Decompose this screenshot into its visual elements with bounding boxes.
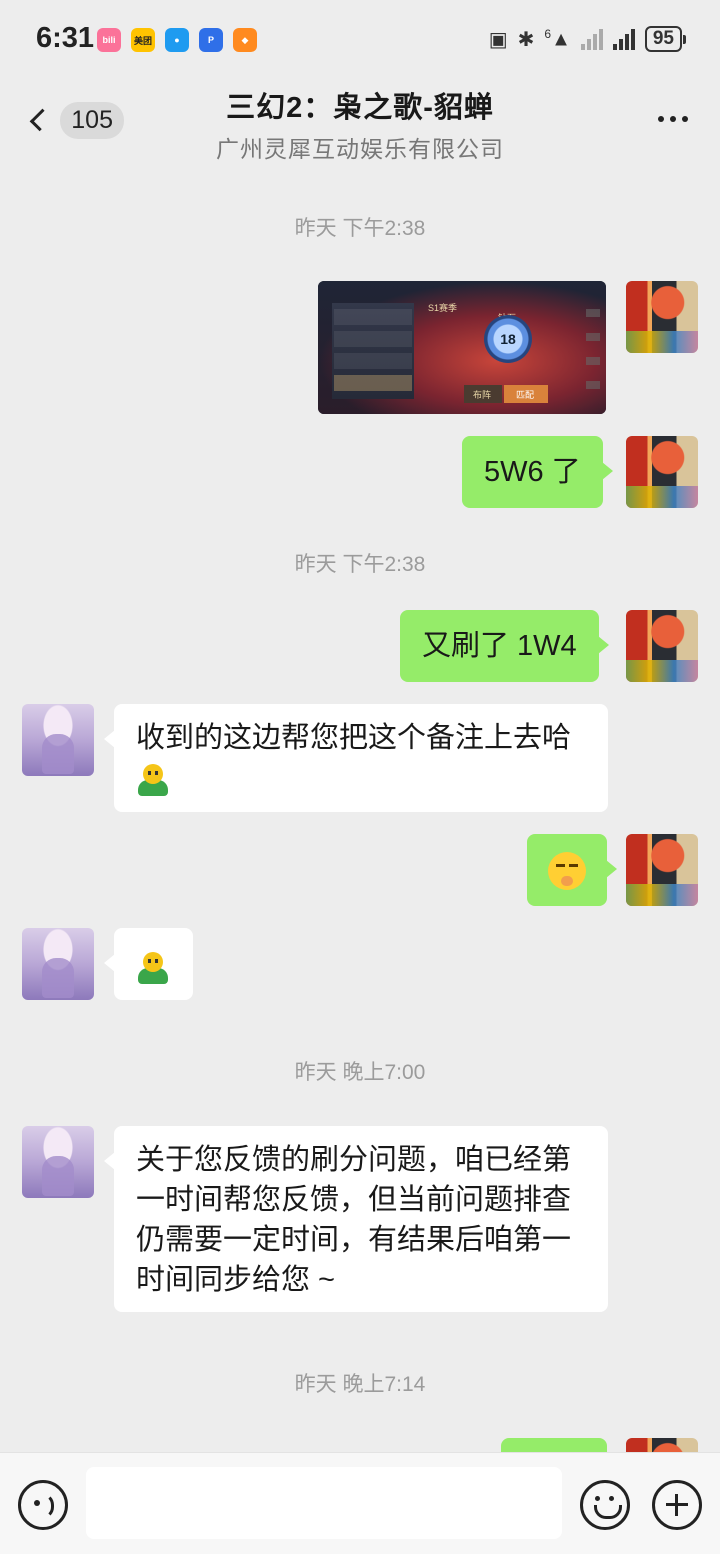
service-message-bubble[interactable]: 关于您反馈的刷分问题，咱已经第一时间帮您反馈，但当前问题排查仍需要一定时间，有结… <box>104 1126 608 1312</box>
formation-button: 布阵 <box>464 385 502 403</box>
status-time: 6:31 <box>36 22 95 54</box>
emoji-shy-icon <box>136 950 170 985</box>
timestamp: 昨天 晚上7:14 <box>294 1373 426 1396</box>
chat-header: 105 三幻2：枭之歌-貂蝉 广州灵犀互动娱乐有限公司 <box>0 82 720 162</box>
more-dot-icon <box>658 116 664 122</box>
service-avatar[interactable] <box>22 928 94 1000</box>
nfc-icon: ▣ <box>488 28 508 51</box>
status-app-icons: bili 美团 ● P ◆ <box>97 28 257 52</box>
message-icon: ● <box>165 28 189 52</box>
chat-title-block[interactable]: 三幻2：枭之歌-貂蝉 广州灵犀互动娱乐有限公司 <box>140 82 580 164</box>
my-avatar[interactable] <box>626 834 698 906</box>
my-message-bubble[interactable]: 5W6 了 <box>462 436 613 508</box>
emoji-smirk-icon <box>548 852 586 891</box>
timestamp: 昨天 晚上7:00 <box>294 1061 426 1084</box>
more-dot-icon <box>670 116 676 122</box>
my-avatar[interactable] <box>626 281 698 353</box>
match-button: 匹配 <box>504 385 548 403</box>
service-avatar[interactable] <box>22 1126 94 1198</box>
back-button[interactable]: 105 <box>24 98 124 142</box>
chevron-left-icon <box>29 108 53 132</box>
my-emoji-bubble[interactable] <box>527 834 617 906</box>
my-message-bubble[interactable]: 又刷了 1W4 <box>400 610 609 682</box>
more-options-button[interactable] <box>658 116 688 122</box>
message-input[interactable] <box>86 1467 562 1539</box>
status-bar: 6:31 bili 美团 ● P ◆ ▣ ✱ 6▲ 95 <box>0 0 720 82</box>
message-list[interactable]: 昨天 下午2:38 S1赛季 钻石 18 布阵 匹配 5W6 了 昨天 下午2:… <box>0 162 720 1452</box>
bilibili-icon: bili <box>97 28 121 52</box>
network-label: 6 <box>544 26 552 41</box>
timestamp: 昨天 下午2:38 <box>294 553 426 576</box>
meituan-icon: 美团 <box>131 28 155 52</box>
my-avatar[interactable] <box>626 1438 698 1452</box>
emoji-shy-icon <box>136 762 170 797</box>
service-message-bubble[interactable]: 收到的这边帮您把这个备注上去哈 <box>104 704 608 812</box>
bluetooth-icon: ✱ <box>517 28 535 51</box>
emoji-picker-icon[interactable] <box>580 1480 630 1530</box>
season-label: S1赛季 <box>428 303 458 313</box>
wifi-icon: 6▲ <box>544 26 571 51</box>
battery-icon: 95 <box>644 26 687 52</box>
app-p-icon: P <box>199 28 223 52</box>
my-message-bubble-partial[interactable] <box>501 1438 607 1452</box>
signal-icon <box>580 28 603 50</box>
unread-count-badge: 105 <box>60 101 124 139</box>
status-right: ▣ ✱ 6▲ 95 <box>488 26 687 52</box>
more-actions-icon[interactable] <box>652 1480 702 1530</box>
service-avatar[interactable] <box>22 704 94 776</box>
signal-icon-2 <box>612 28 635 50</box>
chat-subtitle: 广州灵犀互动娱乐有限公司 <box>216 136 504 162</box>
timestamp: 昨天 下午2:38 <box>294 217 426 240</box>
service-emoji-bubble[interactable] <box>104 928 193 1000</box>
chat-title: 三幻2：枭之歌-貂蝉 <box>226 92 494 124</box>
app-orange-icon: ◆ <box>233 28 257 52</box>
my-avatar[interactable] <box>626 610 698 682</box>
input-bar <box>0 1452 720 1554</box>
voice-input-icon[interactable] <box>18 1480 68 1530</box>
rank-badge: 18 <box>484 315 532 363</box>
message-text: 收到的这边帮您把这个备注上去哈 <box>136 722 572 754</box>
image-message[interactable]: S1赛季 钻石 18 布阵 匹配 <box>318 281 606 414</box>
more-dot-icon <box>682 116 688 122</box>
my-avatar[interactable] <box>626 436 698 508</box>
